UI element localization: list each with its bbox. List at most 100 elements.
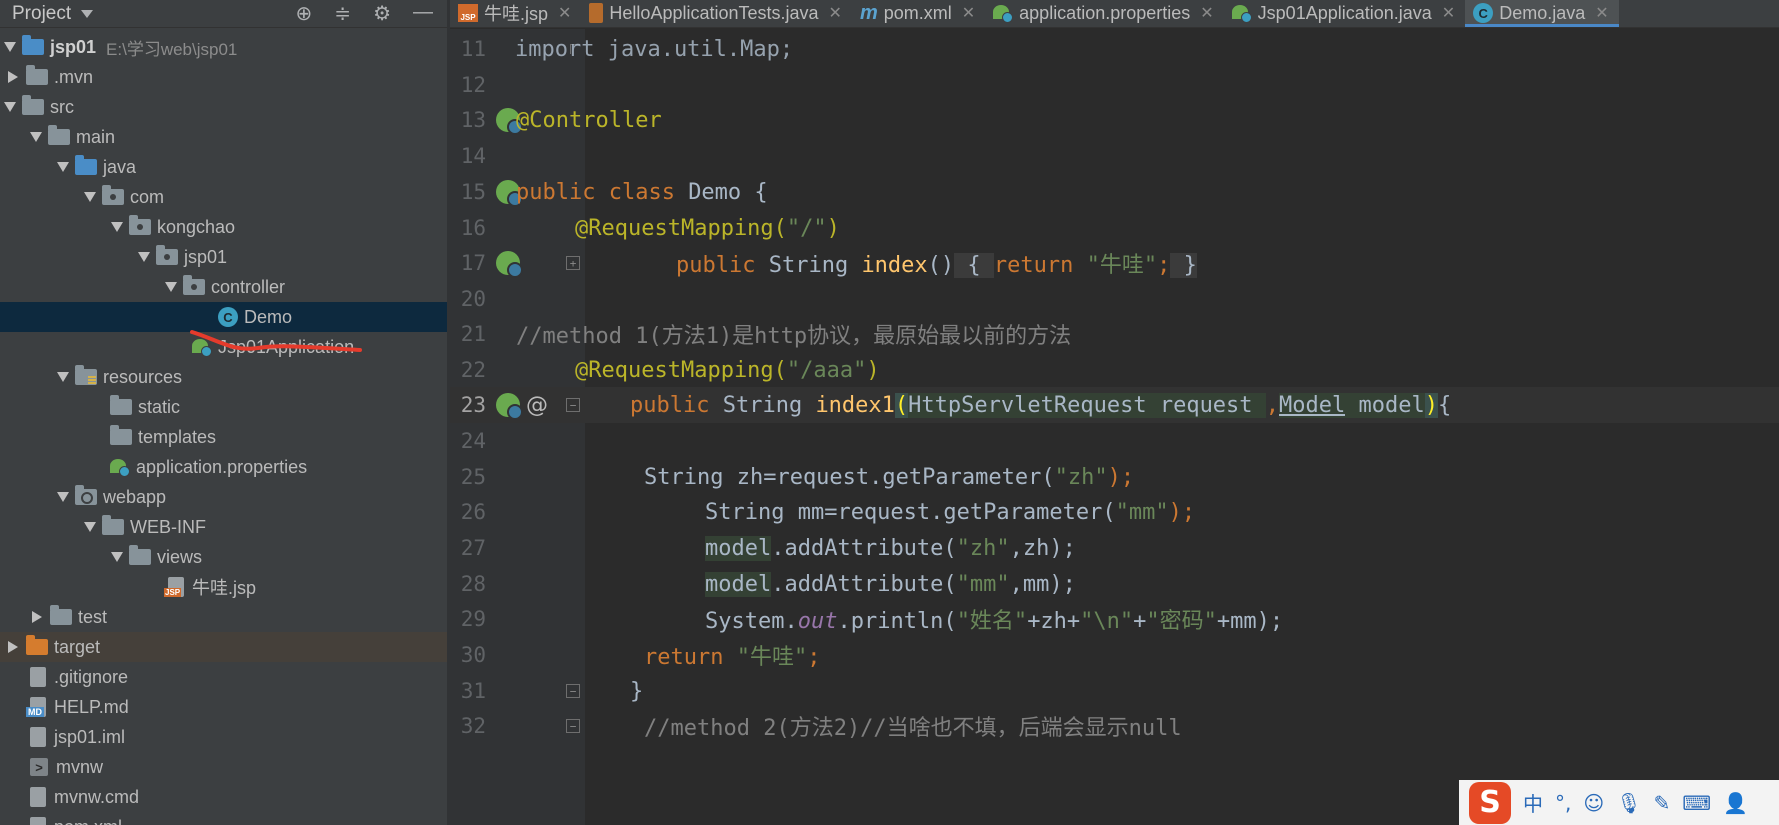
hide-icon[interactable]: — — [413, 1, 433, 26]
close-icon[interactable]: ✕ — [1200, 3, 1213, 23]
expand-arrow-icon[interactable] — [84, 192, 96, 202]
code-line-30[interactable]: 30 return "牛哇"; — [450, 637, 1779, 673]
code-line-11[interactable]: 11 import java.util.Map; — [450, 31, 1779, 67]
project-view-dropdown-icon[interactable] — [81, 9, 94, 18]
tree-item-controller[interactable]: controller — [0, 272, 447, 302]
close-icon[interactable]: ✕ — [1442, 3, 1455, 23]
tab-demo-java[interactable]: C Demo.java ✕ — [1465, 0, 1620, 27]
code-line-16[interactable]: 16 @RequestMapping("/") — [450, 210, 1779, 246]
expand-arrow-icon[interactable] — [111, 222, 123, 232]
collapse-arrow-icon[interactable] — [8, 71, 18, 83]
microphone-icon[interactable]: 🎙 — [1616, 791, 1641, 815]
code-line-17[interactable]: 17 + public String index() { return "牛哇"… — [450, 245, 1779, 281]
user-icon[interactable]: 👤 — [1723, 791, 1748, 815]
code-line-23[interactable]: 23 @ − public String index1(HttpServletR… — [450, 387, 1779, 423]
code-type: String — [722, 392, 816, 418]
expand-arrow-icon[interactable] — [165, 282, 177, 292]
handwriting-icon[interactable]: ✎ — [1654, 791, 1671, 815]
gear-icon[interactable]: ⚙ — [373, 1, 391, 26]
request-mapping-gutter-icon[interactable] — [496, 251, 523, 278]
code-line-22[interactable]: 22 @RequestMapping("/aaa") — [450, 352, 1779, 388]
tree-item-target[interactable]: target — [0, 632, 447, 662]
punctuation-icon[interactable]: °, — [1555, 791, 1571, 815]
expand-arrow-icon[interactable] — [57, 372, 69, 382]
keyboard-icon[interactable]: ⌨ — [1682, 791, 1711, 815]
tree-item-resources[interactable]: resources — [0, 362, 447, 392]
code-line-20[interactable]: 20 — [450, 281, 1779, 317]
code-line-25[interactable]: 25 String zh=request.getParameter("zh"); — [450, 459, 1779, 495]
code-line-28[interactable]: 28 model.addAttribute("mm",mm); — [450, 566, 1779, 602]
expand-arrow-icon[interactable] — [111, 552, 123, 562]
tree-item-niuwa-jsp[interactable]: 牛哇.jsp — [0, 572, 447, 602]
tree-item-test[interactable]: test — [0, 602, 447, 632]
code-line-32[interactable]: 32 − //method 2(方法2)//当啥也不填，后端会显示null — [450, 708, 1779, 744]
tree-item-mvn[interactable]: .mvn — [0, 62, 447, 92]
tab-hello-application-tests[interactable]: HelloApplicationTests.java ✕ — [581, 0, 852, 27]
chinese-mode-toggle[interactable]: 中 — [1523, 788, 1543, 817]
close-icon[interactable]: ✕ — [1595, 3, 1608, 23]
code-editor[interactable]: 11 import java.util.Map; 12 13 @Controll… — [450, 29, 1779, 825]
tree-item-pom-xml[interactable]: pom.xml — [0, 812, 447, 825]
fold-end-icon[interactable]: − — [566, 684, 580, 698]
code-line-24[interactable]: 24 — [450, 423, 1779, 459]
expand-arrow-icon[interactable] — [4, 42, 16, 52]
tree-item-webapp[interactable]: webapp — [0, 482, 447, 512]
tab-application-properties[interactable]: application.properties ✕ — [985, 0, 1224, 27]
tree-item-views[interactable]: views — [0, 542, 447, 572]
tree-item-mvnw[interactable]: > mvnw — [0, 752, 447, 782]
tab-jsp01application[interactable]: Jsp01Application.java ✕ — [1224, 0, 1466, 27]
folded-close[interactable]: } — [1170, 253, 1197, 278]
expand-arrow-icon[interactable] — [57, 162, 69, 172]
expand-arrow-icon[interactable] — [30, 132, 42, 142]
code-line-12[interactable]: 12 — [450, 67, 1779, 103]
tab-niuwa-jsp[interactable]: JSP 牛哇.jsp ✕ — [450, 0, 581, 27]
expand-arrow-icon[interactable] — [84, 522, 96, 532]
code-line-31[interactable]: 31 − } — [450, 673, 1779, 709]
tree-item-application-properties[interactable]: application.properties — [0, 452, 447, 482]
code-line-15[interactable]: 15 public class Demo { — [450, 174, 1779, 210]
expand-arrow-icon[interactable] — [57, 492, 69, 502]
expand-arrow-icon[interactable] — [138, 252, 150, 262]
tree-item-jsp01application[interactable]: Jsp01Application — [0, 332, 447, 362]
tree-item-web-inf[interactable]: WEB-INF — [0, 512, 447, 542]
at-annotation-icon[interactable]: @ — [526, 393, 548, 418]
tree-item-com[interactable]: com — [0, 182, 447, 212]
project-title[interactable]: Project — [12, 3, 71, 25]
code-line-27[interactable]: 27 model.addAttribute("zh",zh); — [450, 530, 1779, 566]
tree-item-templates[interactable]: templates — [0, 422, 447, 452]
collapse-arrow-icon[interactable] — [32, 611, 42, 623]
locate-icon[interactable]: ⊕ — [296, 1, 313, 26]
expand-arrow-icon[interactable] — [4, 102, 16, 112]
code-keyword: return — [993, 253, 1087, 278]
request-mapping-gutter-icon[interactable] — [496, 393, 523, 420]
fold-collapse-icon[interactable]: − — [566, 719, 580, 733]
collapse-arrow-icon[interactable] — [8, 641, 18, 653]
tree-item-static[interactable]: static — [0, 392, 447, 422]
fold-expand-icon[interactable]: + — [566, 256, 580, 270]
code-line-13[interactable]: 13 @Controller — [450, 102, 1779, 138]
code-line-21[interactable]: 21 //method 1(方法1)是http协议，最原始最以前的方法 — [450, 316, 1779, 352]
collapse-all-icon[interactable]: ≑ — [334, 1, 351, 26]
folded-open[interactable]: { — [954, 253, 994, 278]
code-line-14[interactable]: 14 — [450, 138, 1779, 174]
code-line-29[interactable]: 29 System.out.println("姓名"+zh+"\n"+"密码"+… — [450, 601, 1779, 637]
sogou-ime-logo[interactable]: S — [1469, 781, 1511, 824]
tree-item-mvnw-cmd[interactable]: mvnw.cmd — [0, 782, 447, 812]
code-line-26[interactable]: 26 String mm=request.getParameter("mm"); — [450, 494, 1779, 530]
close-icon[interactable]: ✕ — [558, 3, 571, 23]
tree-item-gitignore[interactable]: .gitignore — [0, 662, 447, 692]
tree-item-java[interactable]: java — [0, 152, 447, 182]
tab-pom-xml[interactable]: m pom.xml ✕ — [852, 0, 985, 27]
close-icon[interactable]: ✕ — [829, 3, 842, 23]
tree-item-jsp01-package[interactable]: jsp01 — [0, 242, 447, 272]
tree-item-jsp01-module[interactable]: jsp01 E:\学习web\jsp01 — [0, 32, 447, 62]
close-icon[interactable]: ✕ — [962, 3, 975, 23]
fold-collapse-icon[interactable]: − — [566, 398, 580, 412]
tree-item-src[interactable]: src — [0, 92, 447, 122]
tree-item-main[interactable]: main — [0, 122, 447, 152]
tree-item-jsp01-iml[interactable]: jsp01.iml — [0, 722, 447, 752]
tree-item-kongchao[interactable]: kongchao — [0, 212, 447, 242]
tree-item-help-md[interactable]: HELP.md — [0, 692, 447, 722]
emoji-icon[interactable]: ☺ — [1583, 791, 1604, 815]
tree-item-demo[interactable]: C Demo — [0, 302, 447, 332]
